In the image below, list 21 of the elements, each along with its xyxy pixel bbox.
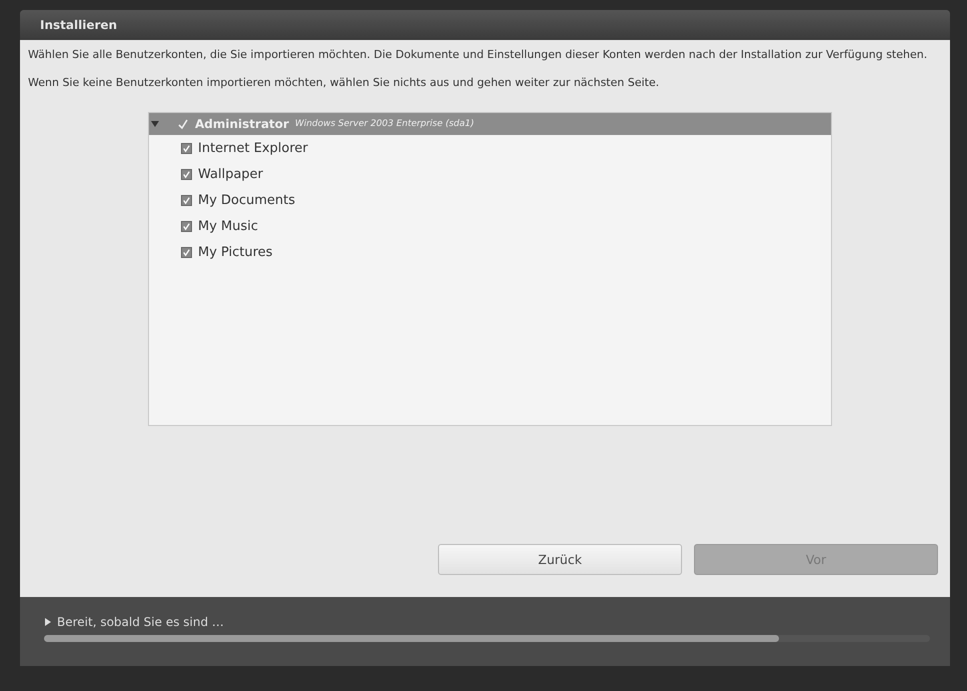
item-label: My Pictures <box>198 244 273 260</box>
window-title: Installieren <box>40 18 118 32</box>
item-label: Internet Explorer <box>198 140 308 156</box>
checkbox[interactable] <box>181 246 192 258</box>
account-detail: Windows Server 2003 Enterprise (sda1) <box>294 119 474 129</box>
instruction-text: Wählen Sie alle Benutzerkonten, die Sie importieren möchten. Die Dokumente und Einstellungen dieser Konten werden nach der Installation zur Verfügung stehen. <box>28 48 928 62</box>
account-row[interactable]: Administrator Windows Server 2003 Enterprise (sda1) <box>149 113 831 135</box>
instruction-text: Wenn Sie keine Benutzerkonten importieren möchten, wählen Sie nichts aus und gehen weiter zur nächsten Seite. <box>28 76 660 90</box>
item-label: Wallpaper <box>198 166 264 182</box>
item-label: My Music <box>198 218 258 234</box>
checkbox[interactable] <box>181 220 192 232</box>
disclosure-icon[interactable] <box>44 618 52 626</box>
checkmark-icon[interactable] <box>177 118 189 130</box>
status-text: Bereit, sobald Sie es sind … <box>57 615 224 629</box>
checkbox[interactable] <box>181 168 192 180</box>
expander-icon[interactable] <box>151 120 159 128</box>
back-button[interactable]: Zurück <box>438 544 682 575</box>
account-name: Administrator <box>195 117 289 131</box>
checkbox[interactable] <box>181 194 192 206</box>
checkbox[interactable] <box>181 142 192 154</box>
item-label: My Documents <box>198 192 296 208</box>
